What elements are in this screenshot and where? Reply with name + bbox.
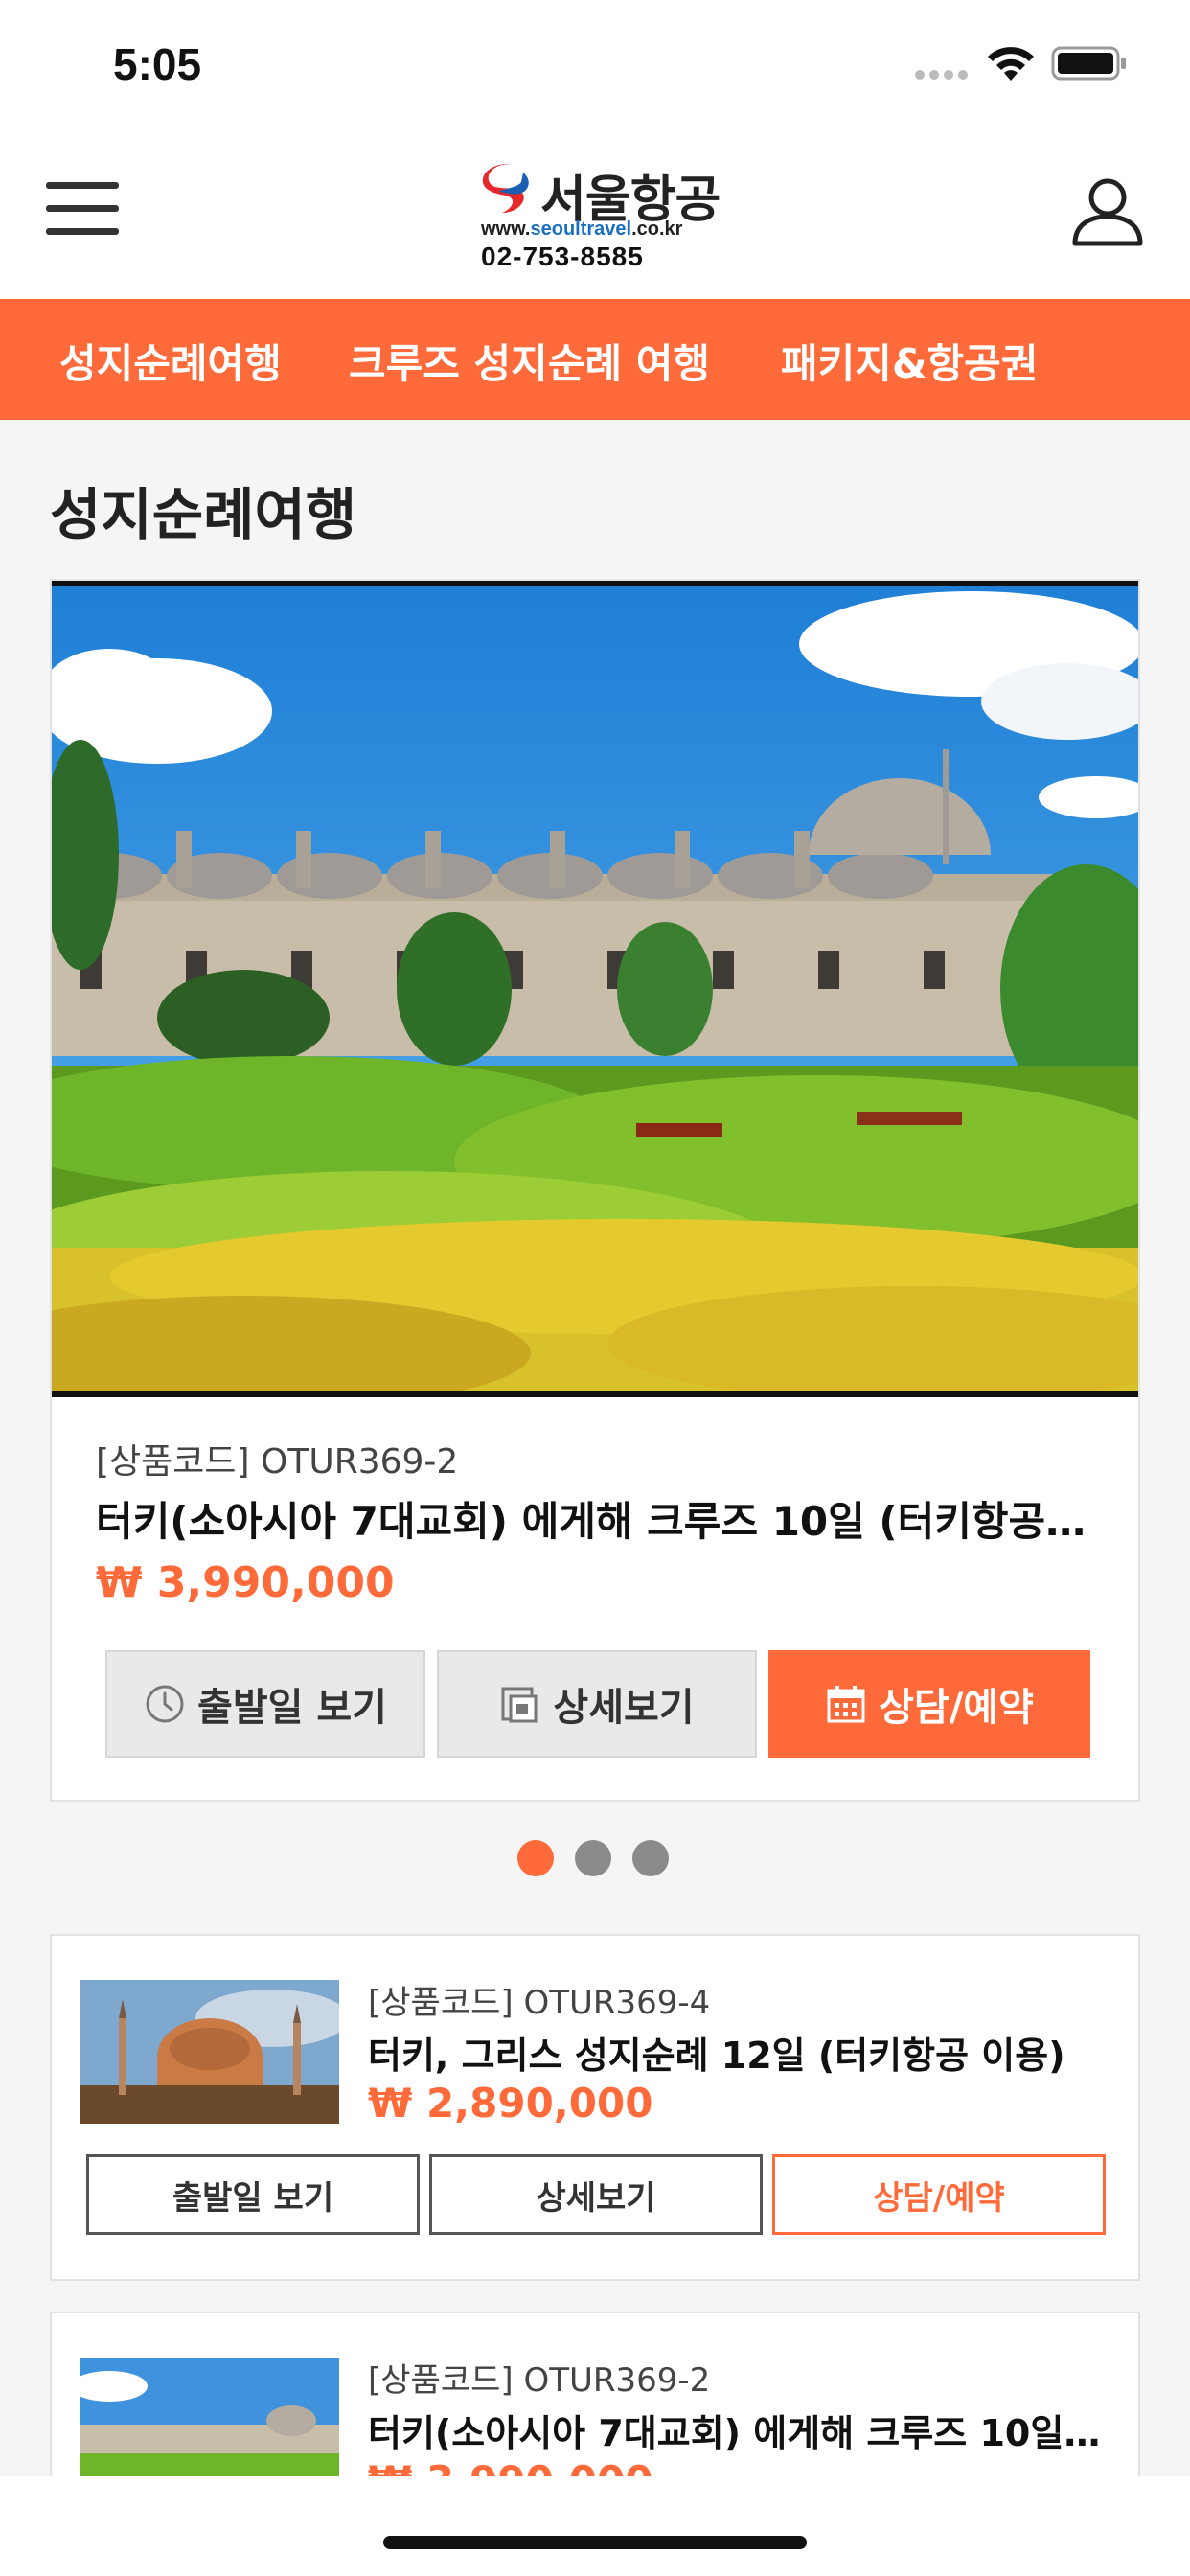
featured-product-title[interactable]: 터키(소아시아 7대교회) 에게해 크루즈 10일 (터키항공 이용) xyxy=(96,1489,1098,1548)
status-bar: 5:05 xyxy=(0,0,1190,125)
departure-dates-button[interactable]: 출발일 보기 xyxy=(86,2154,420,2235)
pager-dot[interactable] xyxy=(575,1840,611,1876)
product-title[interactable]: 터키(소아시아 7대교회) 에게해 크루즈 10일 (터키항공 이용) xyxy=(368,2404,1111,2456)
home-indicator[interactable] xyxy=(383,2536,807,2549)
product-code: [상품코드] OTUR369-4 xyxy=(368,1984,711,2022)
detail-button[interactable]: 상세보기 xyxy=(429,2154,763,2235)
bottom-safe-area xyxy=(0,2476,1190,2576)
signal-icon xyxy=(915,65,973,83)
featured-departure-dates-button[interactable]: 출발일 보기 xyxy=(105,1650,425,1758)
category-nav: 성지순례여행 크루즈 성지순례 여행 패키지&항공권 xyxy=(0,299,1190,420)
nav-item-package[interactable]: 패키지&항공권 xyxy=(781,332,1038,390)
nav-item-pilgrimage[interactable]: 성지순례여행 xyxy=(59,332,282,390)
product-list-item[interactable]: [상품코드] OTUR369-4 터키, 그리스 성지순례 12일 (터키항공 … xyxy=(50,1934,1140,2281)
app-header: 서울항공 www.seoultravel.co.kr 02-753-8585 xyxy=(0,125,1190,299)
featured-reserve-button[interactable]: 상담/예약 xyxy=(768,1650,1090,1758)
pager-dot[interactable] xyxy=(632,1840,669,1876)
product-title[interactable]: 터키, 그리스 성지순례 12일 (터키항공 이용) xyxy=(368,2026,1111,2079)
product-code: [상품코드] OTUR369-2 xyxy=(368,2361,711,2400)
logo-mark-icon xyxy=(482,163,529,213)
featured-product-card[interactable]: [상품코드] OTUR369-2 터키(소아시아 7대교회) 에게해 크루즈 1… xyxy=(50,579,1140,1802)
document-icon xyxy=(501,1687,538,1723)
menu-icon[interactable] xyxy=(46,182,119,240)
featured-product-code: [상품코드] OTUR369-2 xyxy=(96,1442,459,1482)
reserve-button[interactable]: 상담/예약 xyxy=(772,2154,1106,2235)
status-time: 5:05 xyxy=(113,39,202,89)
carousel-pager xyxy=(517,1840,690,1880)
user-icon[interactable] xyxy=(1071,174,1144,247)
brand-logo[interactable]: 서울항공 www.seoultravel.co.kr 02-753-8585 xyxy=(477,155,726,278)
calendar-icon xyxy=(827,1686,865,1723)
clock-icon xyxy=(146,1685,184,1723)
battery-icon xyxy=(1051,46,1126,80)
featured-detail-button[interactable]: 상세보기 xyxy=(437,1650,757,1758)
featured-product-price: ₩ 3,990,000 xyxy=(96,1558,395,1607)
nav-item-cruise[interactable]: 크루즈 성지순례 여행 xyxy=(349,332,710,390)
pager-dot[interactable] xyxy=(517,1840,554,1876)
logo-phone: 02-753-8585 xyxy=(481,242,644,271)
wifi-icon xyxy=(988,47,1034,80)
section-title: 성지순례여행 xyxy=(50,482,357,547)
product-price: ₩ 2,890,000 xyxy=(368,2080,653,2127)
product-thumbnail xyxy=(80,1980,339,2124)
logo-url: www.seoultravel.co.kr xyxy=(481,218,683,240)
featured-photo xyxy=(52,581,1138,1397)
